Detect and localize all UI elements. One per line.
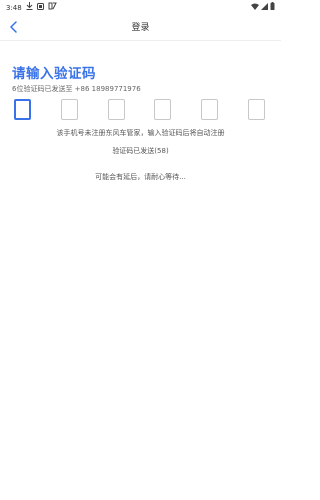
verification-heading: 请输入验证码 (12, 66, 96, 82)
battery-icon (270, 2, 275, 13)
code-box-2[interactable] (61, 99, 78, 120)
wait-notice: 可能会有延后，请耐心等待... (95, 173, 186, 181)
code-sent-to-text: 6位验证码已发送至 +86 18989771976 (12, 85, 141, 93)
code-box-3[interactable] (108, 99, 125, 120)
status-bar: 3:48 (0, 0, 281, 14)
wifi-icon (251, 3, 259, 13)
notification-icon (36, 2, 44, 13)
code-box-6[interactable] (248, 99, 265, 120)
app-icon (48, 2, 57, 13)
signal-icon (261, 2, 268, 13)
code-box-5[interactable] (201, 99, 218, 120)
code-box-4[interactable] (154, 99, 171, 120)
resend-countdown[interactable]: 验证码已发送(58) (0, 146, 281, 156)
download-icon (26, 2, 33, 13)
code-box-1[interactable] (14, 99, 31, 120)
page-title: 登录 (131, 23, 150, 33)
register-notice: 该手机号未注册东风车管家，输入验证码后将自动注册 (56, 129, 225, 137)
status-time: 3:48 (6, 3, 22, 12)
nav-bar: 登录 (0, 14, 281, 41)
